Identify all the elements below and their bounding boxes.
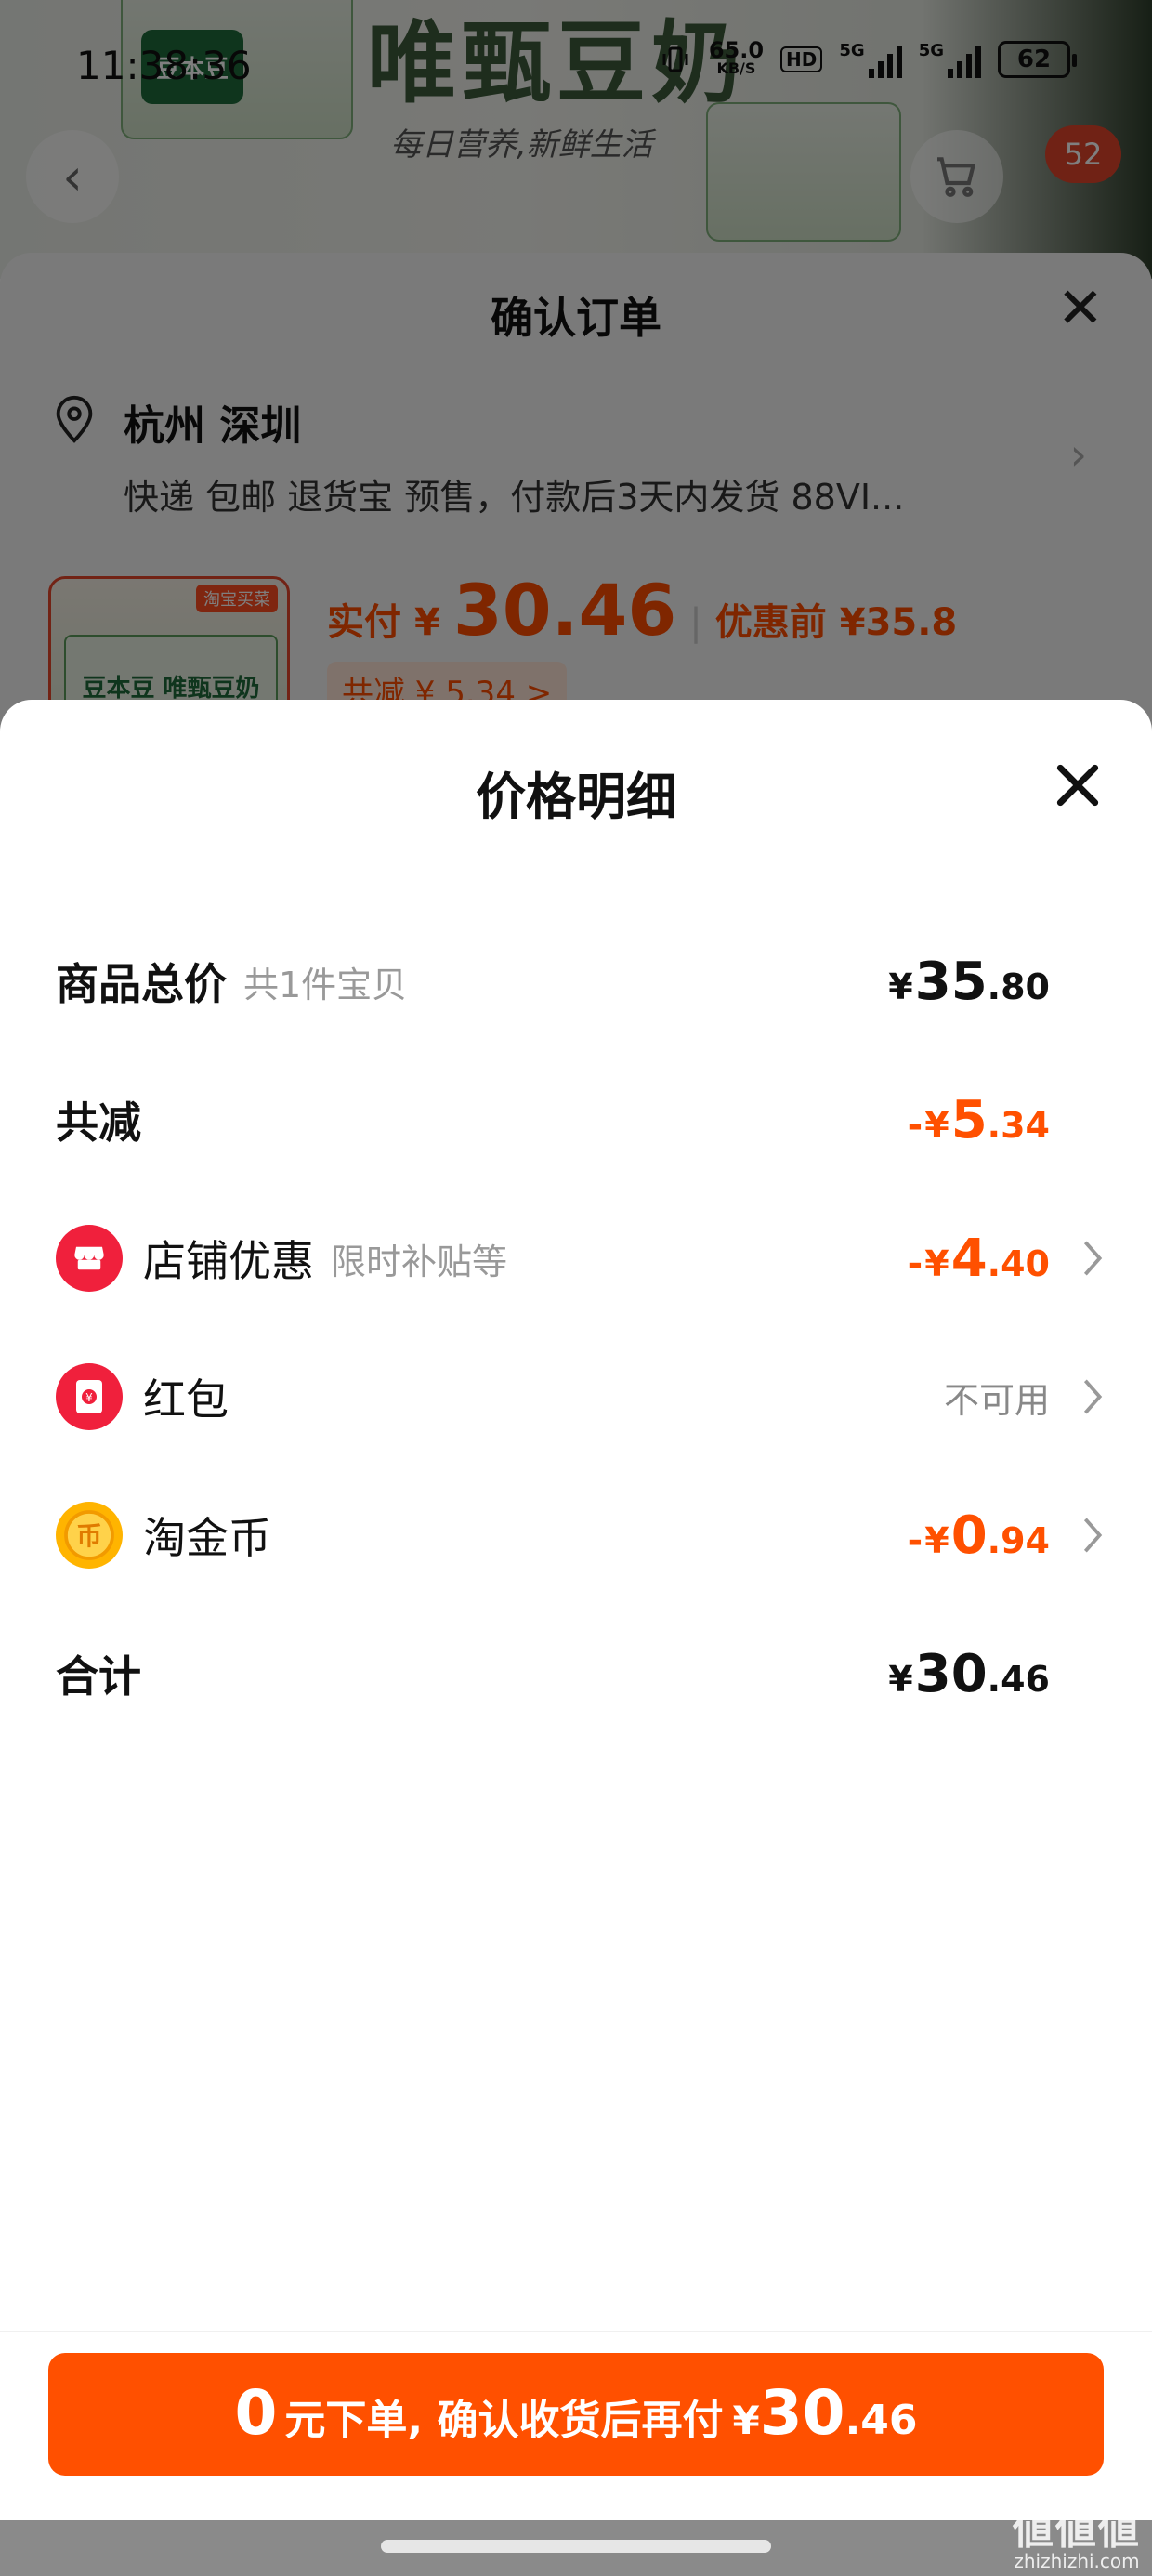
shop-discount-label: 店铺优惠 — [143, 1236, 314, 1286]
price-detail-title: 价格明细 — [476, 768, 676, 826]
shop-discount-value: - ¥ 4 .40 — [908, 1229, 1050, 1289]
amount-decimal: .46 — [987, 1658, 1050, 1700]
chevron-right-icon — [1083, 1518, 1103, 1553]
amount-integer: 4 — [950, 1228, 988, 1289]
watermark: 値値値 zhizhizhi.com — [1013, 2496, 1141, 2572]
red-packet-status: 不可用 — [943, 1379, 1050, 1421]
watermark-logo: 値値値 — [1013, 2506, 1141, 2554]
goods-total-label: 商品总价 — [56, 959, 227, 1009]
pay-button-currency: ¥ — [732, 2398, 760, 2443]
currency-symbol: ¥ — [924, 1519, 949, 1561]
red-packet-label: 红包 — [143, 1374, 229, 1425]
grand-total-label: 合计 — [56, 1651, 141, 1702]
currency-symbol: ¥ — [888, 1658, 913, 1700]
total-discount-row: 共减 - ¥ 5 .34 — [56, 1078, 1096, 1162]
pay-button-amount-dec: .46 — [844, 2397, 918, 2444]
svg-text:币: 币 — [76, 1521, 102, 1551]
svg-text:¥: ¥ — [85, 1391, 93, 1404]
price-detail-sheet: 价格明细 商品总价 共1件宝贝 ¥ 35 .80 共减 - ¥ 5 .34 店铺… — [0, 700, 1152, 2576]
amount-integer: 0 — [950, 1505, 988, 1566]
amount-decimal: .94 — [987, 1519, 1050, 1561]
currency-symbol: ¥ — [888, 966, 913, 1007]
shop-discount-hint: 限时补贴等 — [331, 1241, 508, 1282]
chevron-right-icon — [1083, 1379, 1103, 1414]
minus-sign: - — [907, 1242, 923, 1285]
minus-sign: - — [907, 1103, 923, 1147]
minus-sign: - — [907, 1518, 923, 1562]
amount-decimal: .80 — [987, 966, 1050, 1007]
amount-decimal: .34 — [987, 1104, 1050, 1146]
taojinbi-coin-icon: 币 — [56, 1502, 123, 1569]
red-packet-icon: ¥ — [56, 1363, 123, 1430]
currency-symbol: ¥ — [924, 1242, 949, 1284]
amount-decimal: .40 — [987, 1242, 1050, 1284]
home-indicator[interactable] — [381, 2540, 771, 2553]
amount-integer: 35 — [914, 951, 988, 1012]
pay-button-text: 元下单, 确认收货后再付 — [284, 2397, 724, 2444]
grand-total-row: 合计 ¥ 30 .46 — [56, 1632, 1096, 1715]
red-packet-row[interactable]: ¥ 红包 不可用 — [56, 1355, 1103, 1439]
amount-integer: 5 — [950, 1089, 988, 1150]
watermark-url: zhizhizhi.com — [1014, 2550, 1140, 2572]
chevron-right-icon — [1083, 1241, 1103, 1276]
pay-button-amount-int: 30 — [759, 2377, 845, 2449]
currency-symbol: ¥ — [924, 1104, 949, 1146]
total-discount-label: 共减 — [56, 1097, 141, 1148]
taojinbi-value: - ¥ 0 .94 — [908, 1505, 1050, 1566]
goods-total-value: ¥ 35 .80 — [888, 952, 1050, 1012]
shop-icon — [56, 1225, 123, 1292]
taojinbi-label: 淘金币 — [143, 1513, 271, 1563]
shop-discount-row[interactable]: 店铺优惠 限时补贴等 - ¥ 4 .40 — [56, 1216, 1103, 1300]
goods-total-row: 商品总价 共1件宝贝 ¥ 35 .80 — [56, 940, 1096, 1023]
close-icon[interactable] — [1048, 756, 1107, 815]
grand-total-value: ¥ 30 .46 — [888, 1644, 1050, 1704]
taojinbi-row[interactable]: 币 淘金币 - ¥ 0 .94 — [56, 1493, 1103, 1577]
amount-integer: 30 — [914, 1643, 988, 1704]
goods-count-hint: 共1件宝贝 — [243, 964, 408, 1005]
pay-button-zero: 0 — [234, 2377, 278, 2449]
total-discount-value: - ¥ 5 .34 — [908, 1090, 1050, 1150]
pay-later-button[interactable]: 0 元下单, 确认收货后再付 ¥ 30 .46 — [48, 2353, 1104, 2476]
